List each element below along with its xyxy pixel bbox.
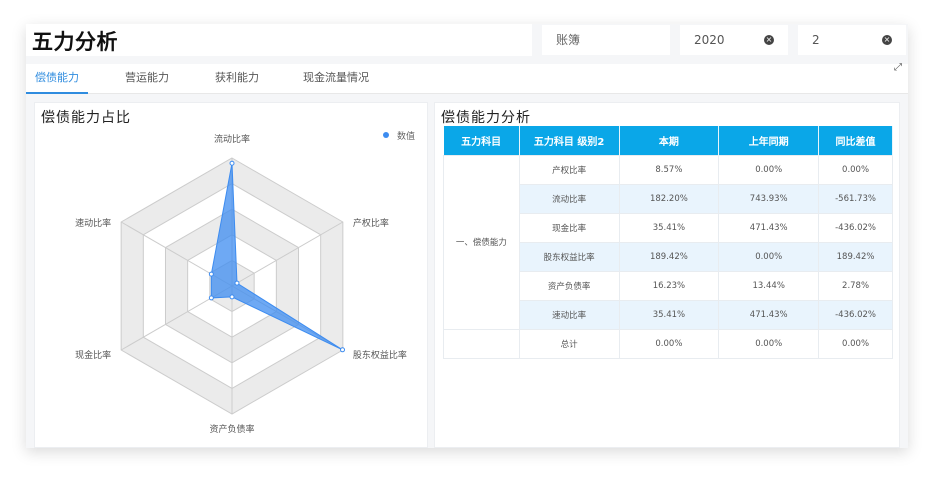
table-cell-name: 现金比率: [518, 212, 620, 243]
ledger-placeholder: 账簿: [556, 33, 581, 47]
table-header-row: 五力科目 五力科目 级别2 本期 上年同期 同比差值: [443, 126, 893, 155]
radar-point: [229, 294, 235, 300]
dashboard-frame: 五力分析 账簿 2020 × 2 × 偿债能力 营运能力 获利能力 现金流量情况…: [26, 24, 908, 448]
table-cell-current: 182.20%: [618, 183, 720, 214]
group-cell: 一、偿债能力: [443, 154, 520, 330]
period-value: 2: [812, 33, 820, 47]
table-cell-name: 股东权益比率: [518, 241, 620, 272]
column-header[interactable]: 上年同期: [718, 126, 820, 155]
table-cell-diff: 2.78%: [818, 270, 893, 301]
table-cell-diff: 189.42%: [818, 241, 893, 272]
radar-point: [229, 160, 235, 166]
column-header[interactable]: 同比差值: [818, 126, 893, 155]
column-header[interactable]: 五力科目: [443, 126, 520, 155]
expand-icon[interactable]: ⤢: [894, 62, 902, 73]
radar-indicator-label: 现金比率: [75, 349, 111, 361]
radar-point: [340, 347, 346, 353]
table-cell-previous: 0.00%: [718, 328, 820, 359]
top-bar: 五力分析 账簿 2020 × 2 ×: [26, 24, 908, 58]
table-cell-diff: -436.02%: [818, 212, 893, 243]
table-cell-previous: 0.00%: [718, 154, 820, 185]
table-cell-previous: 0.00%: [718, 241, 820, 272]
table-cell-name: 速动比率: [518, 299, 620, 330]
year-value: 2020: [694, 33, 725, 47]
table-cell-name: 资产负债率: [518, 270, 620, 301]
clear-icon[interactable]: ×: [764, 35, 774, 45]
period-select[interactable]: 2 ×: [798, 25, 906, 55]
radar-indicator-label: 产权比率: [353, 217, 389, 229]
year-select[interactable]: 2020 ×: [680, 25, 788, 55]
table-cell-name: 流动比率: [518, 183, 620, 214]
title-box: 五力分析: [26, 24, 532, 56]
table-row: 总计 0.00% 0.00% 0.00%: [443, 328, 893, 359]
table-cell-current: 35.41%: [618, 212, 720, 243]
table-cell-diff: -436.02%: [818, 299, 893, 330]
table-cell-previous: 471.43%: [718, 212, 820, 243]
table-cell-previous: 743.93%: [718, 183, 820, 214]
clear-icon[interactable]: ×: [882, 35, 892, 45]
radar-panel: 偿债能力占比 数值 流动比率 产权比率 股东权益比率 资产负债率 现金比率 速动比率: [34, 102, 428, 448]
table-cell-diff: 0.00%: [818, 328, 893, 359]
radar-indicator-label: 速动比率: [75, 217, 111, 229]
table-cell-current: 189.42%: [618, 241, 720, 272]
radar-point: [208, 295, 214, 301]
table-cell-diff: -561.73%: [818, 183, 893, 214]
table-cell-previous: 13.44%: [718, 270, 820, 301]
tab-profitability[interactable]: 获利能力: [206, 64, 268, 94]
table-cell-previous: 471.43%: [718, 299, 820, 330]
table-cell-current: 8.57%: [618, 154, 720, 185]
table-cell-diff: 0.00%: [818, 154, 893, 185]
column-header[interactable]: 本期: [619, 126, 720, 155]
radar-indicator-label: 资产负债率: [209, 423, 254, 435]
tab-bar: 偿债能力 营运能力 获利能力 现金流量情况 ⤢: [26, 62, 908, 94]
table-cell-current: 16.23%: [618, 270, 720, 301]
page-title: 五力分析: [32, 30, 118, 54]
radar-indicator-label: 股东权益比率: [353, 349, 407, 361]
tab-cashflow[interactable]: 现金流量情况: [294, 64, 378, 94]
table-cell-name: 产权比率: [518, 154, 620, 185]
analysis-panel: 偿债能力分析 五力科目 五力科目 级别2 本期 上年同期 同比差值 一、偿债能力…: [434, 102, 900, 448]
column-header[interactable]: 五力科目 级别2: [519, 126, 620, 155]
radar-chart: 流动比率产权比率股东权益比率资产负债率 现金比率 速动比率: [75, 133, 407, 435]
table-cell-current: 35.41%: [618, 299, 720, 330]
ledger-select[interactable]: 账簿: [542, 25, 670, 55]
tab-solvency[interactable]: 偿债能力: [26, 64, 88, 94]
radar-indicator-label: 流动比率: [214, 133, 250, 145]
empty-cell: [443, 328, 520, 359]
table-cell-name: 总计: [518, 328, 620, 359]
analysis-panel-title: 偿债能力分析: [441, 110, 531, 126]
table-row: 一、偿债能力 产权比率 8.57% 0.00% 0.00%: [443, 154, 893, 330]
radar-point: [208, 271, 214, 277]
tab-operating[interactable]: 营运能力: [116, 64, 178, 94]
analysis-table: 五力科目 五力科目 级别2 本期 上年同期 同比差值 一、偿债能力 产权比率 8.5…: [443, 126, 893, 359]
table-cell-current: 0.00%: [618, 328, 720, 359]
radar-point: [234, 280, 240, 286]
